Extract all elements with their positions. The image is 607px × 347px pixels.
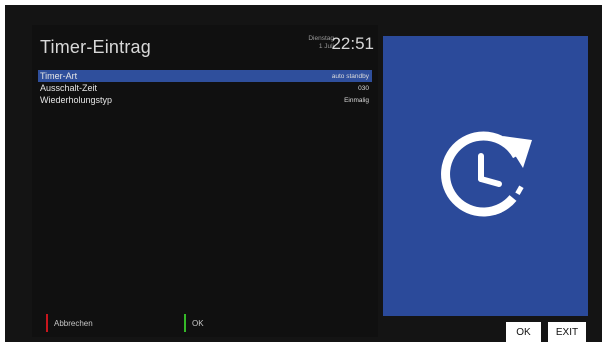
setting-value: auto standby bbox=[331, 72, 369, 80]
setting-label: Wiederholungstyp bbox=[40, 95, 113, 105]
clock: 22:51 bbox=[331, 34, 374, 53]
timer-entry-panel: Timer-Eintrag Dienstag 1 Juli 22:51 Time… bbox=[32, 25, 378, 337]
date-display: Dienstag 1 Juli bbox=[308, 35, 334, 51]
day-label: Dienstag bbox=[308, 35, 334, 42]
red-key-indicator bbox=[46, 314, 48, 332]
setting-value: Einmalig bbox=[344, 96, 369, 104]
date-label: 1 Juli bbox=[318, 43, 334, 50]
info-panel: OK EXIT bbox=[383, 36, 588, 342]
setting-row-off-time[interactable]: Ausschalt-Zeit 030 bbox=[38, 82, 372, 94]
ok-button[interactable]: OK bbox=[506, 322, 541, 342]
setting-value: 030 bbox=[358, 84, 369, 92]
button-legend: Abbrechen OK bbox=[46, 313, 366, 333]
ok-label: OK bbox=[192, 318, 204, 328]
setting-label: Timer-Art bbox=[40, 71, 78, 81]
cancel-label: Abbrechen bbox=[54, 318, 93, 328]
exit-button[interactable]: EXIT bbox=[548, 322, 586, 342]
setting-row-timer-type[interactable]: Timer-Art auto standby bbox=[38, 70, 372, 82]
ok-hint-button[interactable]: OK bbox=[184, 313, 204, 333]
cancel-button[interactable]: Abbrechen bbox=[46, 313, 93, 333]
setting-label: Ausschalt-Zeit bbox=[40, 83, 98, 93]
green-key-indicator bbox=[184, 314, 186, 332]
timer-clock-icon bbox=[437, 126, 537, 226]
page-title: Timer-Eintrag bbox=[40, 37, 151, 57]
setting-row-repeat-type[interactable]: Wiederholungstyp Einmalig bbox=[38, 94, 372, 106]
tv-screen: Timer-Eintrag Dienstag 1 Juli 22:51 Time… bbox=[5, 5, 602, 342]
settings-list: Timer-Art auto standby Ausschalt-Zeit 03… bbox=[38, 70, 372, 106]
